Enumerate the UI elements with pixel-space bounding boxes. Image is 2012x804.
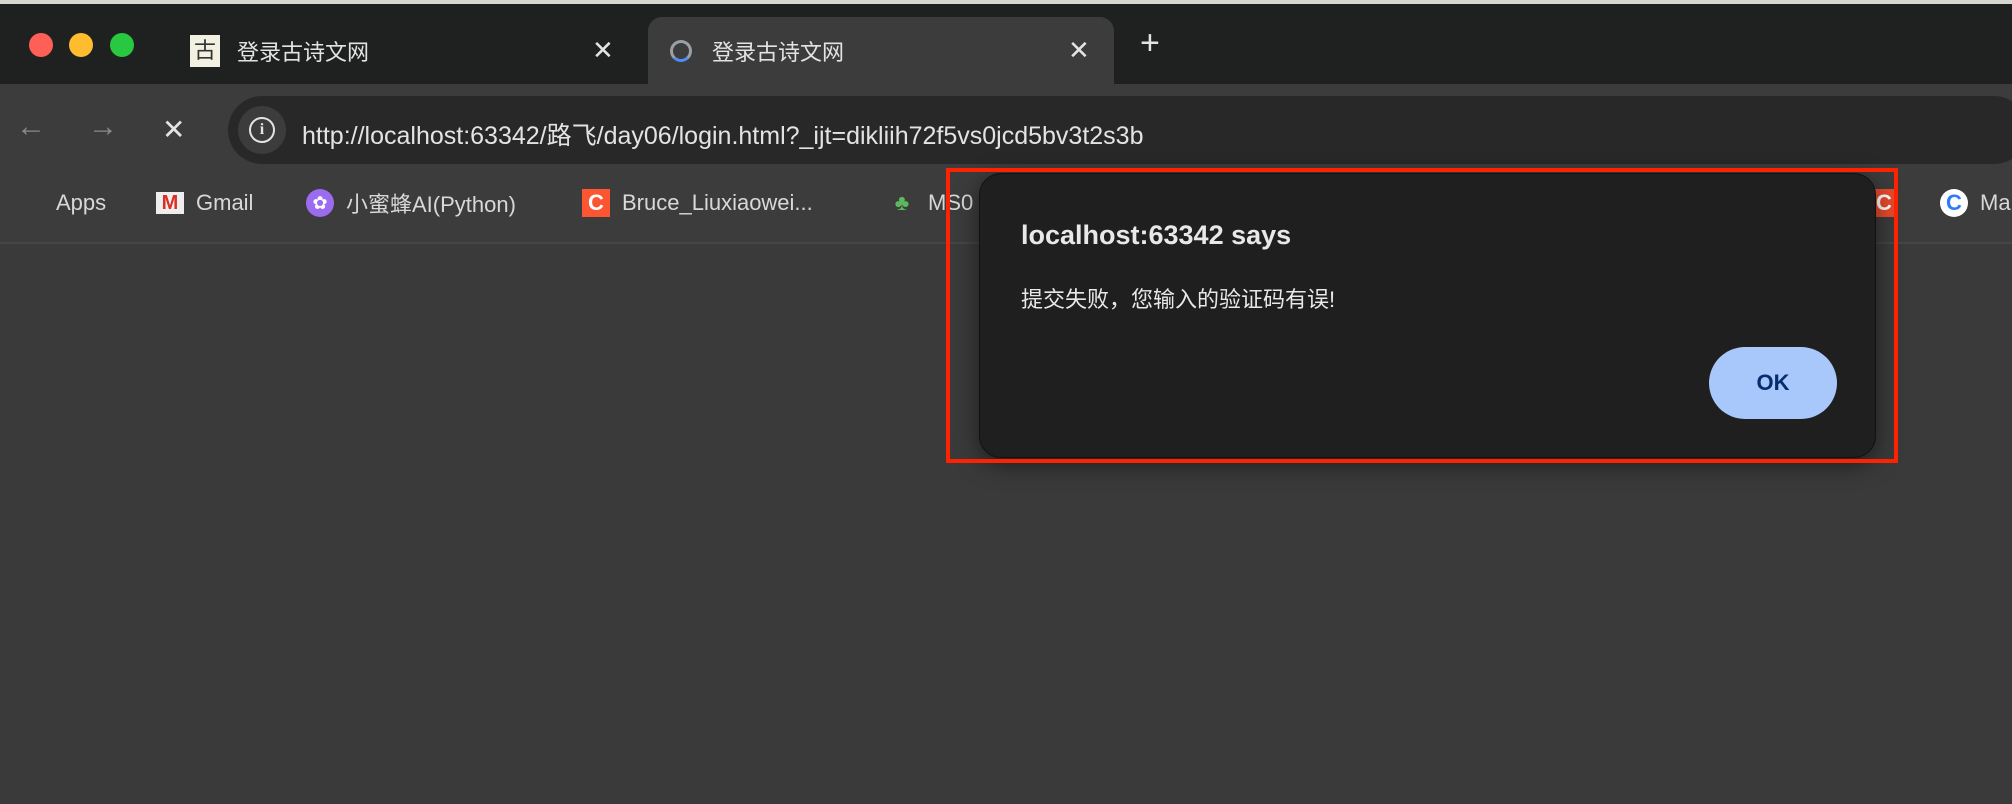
close-tab-icon[interactable]: ✕ <box>1068 35 1090 66</box>
highlight-box <box>946 168 1898 463</box>
close-tab-icon[interactable]: ✕ <box>592 35 614 66</box>
cactus-icon: ♣ <box>894 190 910 215</box>
bookmark-label: 小蜜蜂AI(Python) <box>346 192 516 217</box>
openai-icon: ✿ <box>306 189 334 217</box>
bookmark-label: Apps <box>56 190 107 215</box>
window-close-button[interactable] <box>29 33 53 57</box>
bookmark-label: Bruce_Liuxiaowei... <box>622 190 813 215</box>
info-icon[interactable]: i <box>238 106 286 154</box>
stop-button[interactable]: ✕ <box>162 113 185 146</box>
loading-globe-icon <box>670 39 692 62</box>
gushiwen-icon: 古 <box>190 34 220 67</box>
window-minimize-button[interactable] <box>69 33 93 57</box>
bookmark-ma[interactable]: C Ma <box>1940 185 2011 221</box>
address-bar[interactable]: i http://localhost:63342/路飞/day06/login.… <box>228 96 2012 164</box>
bookmark-label: Gmail <box>196 190 254 215</box>
bookmark-gmail[interactable]: M Gmail <box>156 185 253 221</box>
tab-1[interactable]: 古 登录古诗文网 ✕ <box>180 17 630 84</box>
bookmark-apps[interactable]: Apps <box>14 185 106 221</box>
tab-title: 登录古诗文网 <box>237 39 370 65</box>
apps-grid-icon <box>14 191 38 215</box>
c-logo-icon: C <box>1940 189 1968 217</box>
url-text[interactable]: http://localhost:63342/路飞/day06/login.ht… <box>302 116 1144 152</box>
bookmark-label: Ma <box>1980 190 2011 215</box>
gmail-icon: M <box>156 192 184 214</box>
tab-title: 登录古诗文网 <box>712 39 845 65</box>
window-maximize-button[interactable] <box>110 33 134 57</box>
bookmark-xiaomifeng[interactable]: ✿ 小蜜蜂AI(Python) <box>306 185 516 221</box>
new-tab-button[interactable]: + <box>1140 24 1160 63</box>
back-button[interactable]: ← <box>16 110 46 144</box>
csdn-icon: C <box>582 189 610 217</box>
tab-2-active[interactable]: 登录古诗文网 ✕ <box>648 17 1114 84</box>
bookmark-bruce[interactable]: C Bruce_Liuxiaowei... <box>582 185 813 221</box>
forward-button[interactable]: → <box>88 110 118 144</box>
